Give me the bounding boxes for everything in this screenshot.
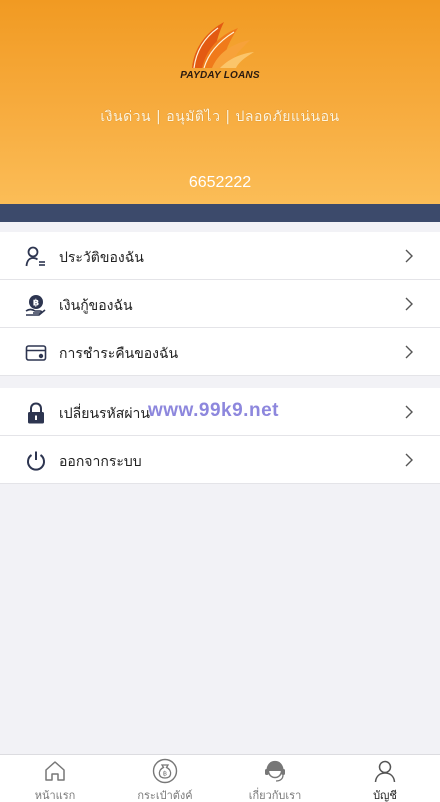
menu-group-account: ประวัติของฉัน ฿ เงินกู้ของฉัน การชำระคืน… [0,232,440,376]
menu-item-label: การชำระคืนของฉัน [59,346,179,362]
menu-item-label: เงินกู้ของฉัน [59,298,133,314]
logo-wing-icon [192,22,254,69]
bottom-tab-bar: หน้าแรก ฿ กระเป๋าตังค์ เกี่ยวกับเรา บัญช… [0,754,440,802]
money-bag-icon: ฿ [152,758,178,784]
chevron-right-icon [405,297,413,311]
support-agent-icon [265,760,285,782]
chevron-right-icon [405,453,413,467]
svg-text:฿: ฿ [163,770,167,778]
account-icon [374,760,396,783]
home-icon [45,761,65,781]
menu-item-my-loans[interactable]: ฿ เงินกู้ของฉัน [0,280,440,328]
logo-text: PAYDAY LOANS [180,70,260,81]
menu-item-my-repayments[interactable]: การชำระคืนของฉัน [0,328,440,376]
tab-label: กระเป๋าตังค์ [137,789,193,802]
menu-item-my-history[interactable]: ประวัติของฉัน [0,232,440,280]
tab-label: หน้าแรก [34,789,76,802]
menu-item-label: ประวัติของฉัน [59,250,144,266]
tab-label: เกี่ยวกับเรา [248,789,302,802]
tagline: เงินด่วน | อนุมัติไว | ปลอดภัยแน่นอน [100,109,340,125]
tab-about-us[interactable]: เกี่ยวกับเรา [220,755,330,802]
user-list-icon [25,246,45,267]
tab-label: บัญชี [373,789,397,802]
chevron-right-icon [405,249,413,263]
tab-account[interactable]: บัญชี [330,755,440,802]
tab-wallet[interactable]: ฿ กระเป๋าตังค์ [110,755,220,802]
header-divider-bar [0,204,440,222]
power-icon [27,451,45,471]
chevron-right-icon [405,345,413,359]
watermark: www.99k9.net [148,400,279,421]
menu-item-label: เปลี่ยนรหัสผ่าน [59,406,150,422]
payday-loans-logo: PAYDAY LOANS [170,18,270,94]
menu-item-logout[interactable]: ออกจากระบบ [0,436,440,484]
lock-icon [28,402,44,424]
svg-text:฿: ฿ [33,299,39,309]
chevron-right-icon [405,405,413,419]
account-id: 6652222 [188,174,252,191]
menu-item-label: ออกจากระบบ [59,454,142,470]
baht-coin-hand-icon: ฿ [25,295,46,316]
header: PAYDAY LOANS เงินด่วน | อนุมัติไว | ปลอด… [0,0,440,204]
tab-home[interactable]: หน้าแรก [0,755,110,802]
card-icon [25,345,47,361]
